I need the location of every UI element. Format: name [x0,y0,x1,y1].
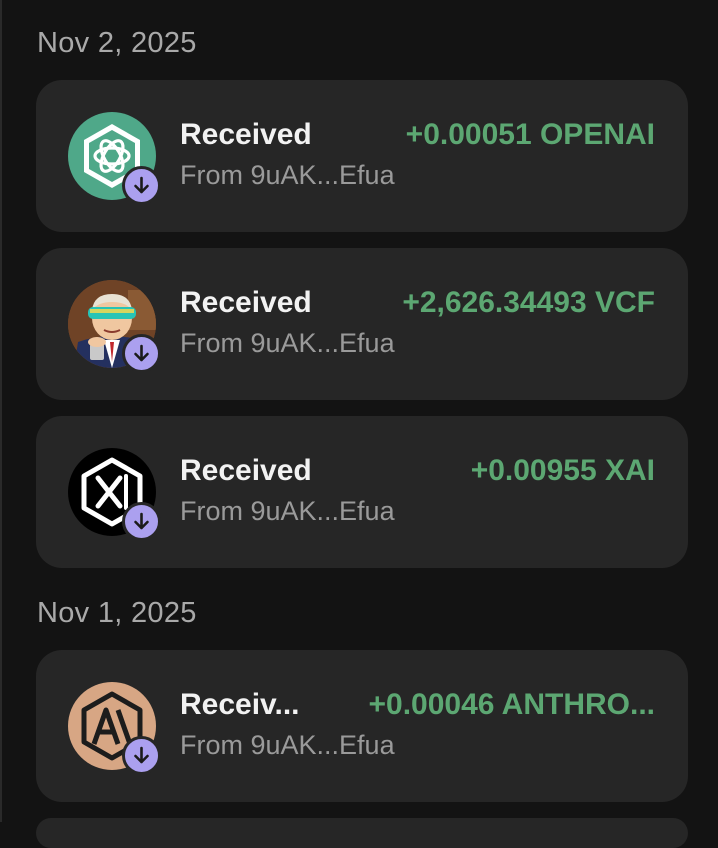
transaction-sender: From 9uAK...Efua [180,496,395,526]
transaction-item[interactable]: Receiv... From 9uAK...Efua +0.00046 ANTH… [36,650,688,802]
transaction-title: Received [180,286,312,319]
date-header: Nov 2, 2025 [37,27,197,59]
transaction-amount: +0.00051 OPENAI [405,118,655,151]
transaction-item[interactable]: Received From 9uAK...Efua +0.00955 XAI [36,416,688,568]
token-avatar [68,112,161,205]
arrow-down-icon [122,502,161,541]
transaction-item[interactable]: Received From 9uAK...Efua +2,626.34493 V… [36,248,688,400]
transaction-item[interactable]: Received From 9uAK...Efua +0.00051 OPENA… [36,80,688,232]
token-avatar [68,280,161,373]
token-avatar [68,682,161,775]
transaction-title: Received [180,454,312,487]
arrow-down-icon [122,736,161,775]
transaction-item-partial[interactable] [36,818,688,848]
transaction-title: Receiv... [180,688,300,721]
token-avatar [68,448,161,541]
arrow-down-icon [122,166,161,205]
transaction-title: Received [180,118,312,151]
transaction-amount: +0.00955 XAI [470,454,655,487]
transaction-sender: From 9uAK...Efua [180,328,395,358]
transaction-feed: Nov 2, 2025 Received From 9uAK...Efua +0… [0,0,718,848]
transaction-amount: +0.00046 ANTHRO... [368,688,655,721]
arrow-down-icon [122,334,161,373]
transaction-amount: +2,626.34493 VCF [402,286,655,319]
date-header: Nov 1, 2025 [37,597,197,629]
transaction-sender: From 9uAK...Efua [180,730,395,760]
transaction-sender: From 9uAK...Efua [180,160,395,190]
